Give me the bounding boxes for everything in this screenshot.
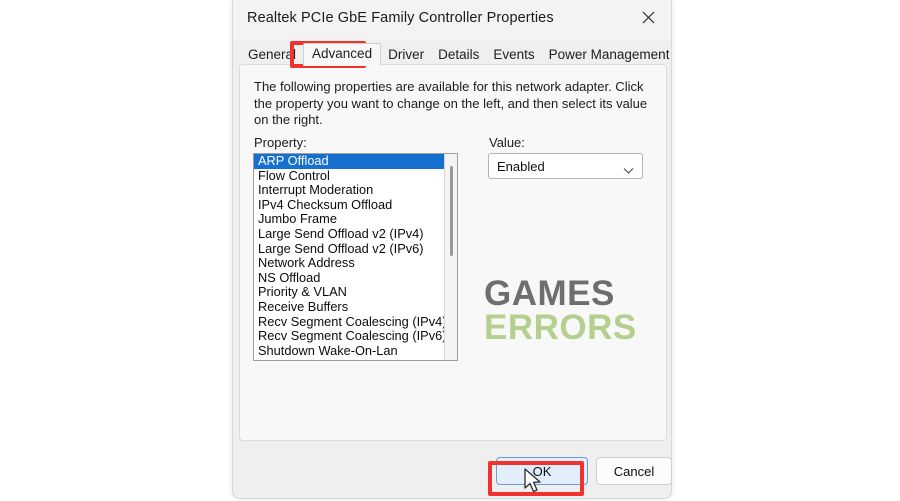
properties-dialog: Realtek PCIe GbE Family Controller Prope… (232, 0, 672, 499)
listbox-scrollbar-thumb[interactable] (450, 166, 453, 256)
tab-details[interactable]: Details (431, 44, 486, 66)
list-item[interactable]: Receive Buffers (254, 299, 446, 315)
ok-button[interactable]: OK (496, 457, 588, 485)
property-listbox[interactable]: ARP Offload Flow Control Interrupt Moder… (253, 153, 458, 361)
value-dropdown-text: Enabled (497, 159, 545, 174)
watermark-line-games: GAMES (484, 274, 615, 313)
watermark-line-errors: ERRORS (484, 308, 637, 347)
tab-events[interactable]: Events (486, 44, 541, 66)
tab-driver[interactable]: Driver (381, 44, 431, 66)
list-item[interactable]: Recv Segment Coalescing (IPv4) (254, 314, 446, 330)
list-item[interactable]: Interrupt Moderation (254, 183, 446, 198)
title-bar: Realtek PCIe GbE Family Controller Prope… (233, 0, 671, 40)
listbox-scrollbar[interactable] (444, 154, 457, 360)
close-button[interactable] (625, 0, 671, 34)
description-text: The following properties are available f… (254, 79, 648, 127)
tab-strip: General Advanced Driver Details Events P… (241, 42, 669, 66)
watermark: GAMES ERRORS (484, 274, 637, 347)
value-dropdown[interactable]: Enabled (488, 153, 643, 179)
value-label: Value: (489, 135, 525, 150)
chevron-down-icon (623, 162, 634, 180)
list-item[interactable]: Shutdown Wake-On-Lan (254, 343, 446, 359)
cancel-button[interactable]: Cancel (596, 457, 672, 485)
list-item[interactable]: Large Send Offload v2 (IPv6) (254, 241, 446, 257)
list-item[interactable]: Large Send Offload v2 (IPv4) (254, 226, 446, 242)
list-item[interactable]: ARP Offload (254, 154, 446, 169)
tab-general[interactable]: General (241, 44, 303, 66)
list-item[interactable]: IPv4 Checksum Offload (254, 197, 446, 213)
list-item[interactable]: Jumbo Frame (254, 212, 446, 227)
dialog-footer: OK Cancel (233, 444, 672, 498)
tab-content-panel: The following properties are available f… (239, 64, 667, 441)
list-item[interactable]: Recv Segment Coalescing (IPv6) (254, 329, 446, 344)
list-item[interactable]: Flow Control (254, 168, 446, 184)
close-icon (642, 11, 655, 24)
property-label: Property: (254, 135, 307, 150)
list-item[interactable]: NS Offload (254, 270, 446, 286)
property-list-items: ARP Offload Flow Control Interrupt Moder… (254, 154, 446, 360)
window-title: Realtek PCIe GbE Family Controller Prope… (247, 10, 554, 26)
list-item[interactable]: Priority & VLAN (254, 285, 446, 300)
tab-advanced[interactable]: Advanced (303, 43, 382, 66)
tab-power-management[interactable]: Power Management (542, 44, 677, 66)
list-item[interactable]: Network Address (254, 256, 446, 271)
